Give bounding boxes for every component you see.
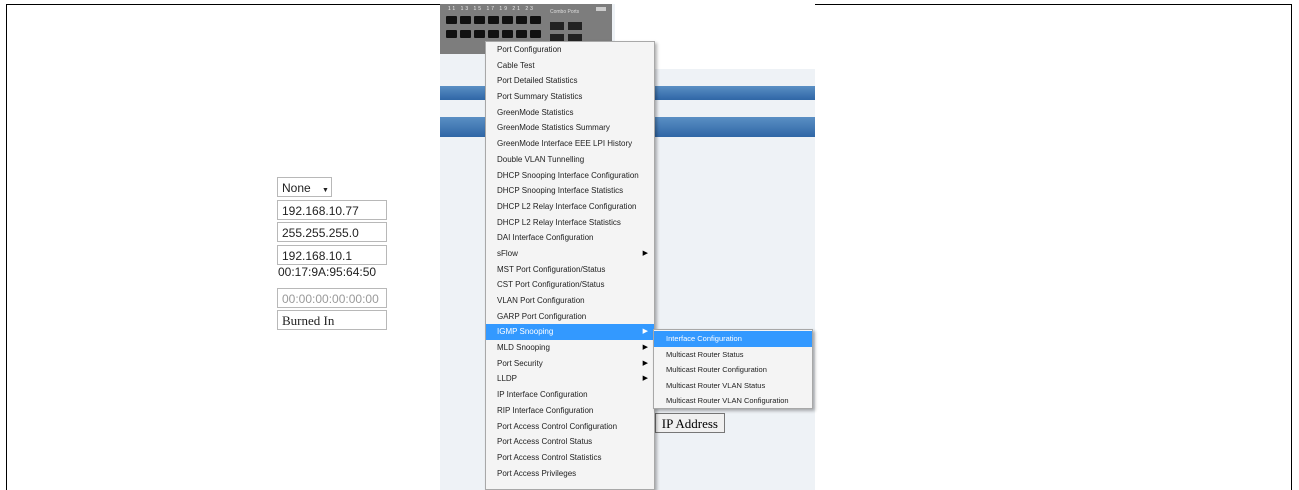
protocol-select-value: None (282, 181, 311, 195)
menu-item-label: Port Access Privileges (497, 468, 577, 478)
submenu-arrow-icon: ▶ (642, 344, 648, 352)
menu-item[interactable]: Port Configuration (486, 42, 654, 58)
menu-item[interactable]: IP Interface Configuration (486, 387, 654, 403)
menu-item-label: Port Configuration (497, 45, 562, 54)
menu-item[interactable]: LLDP ▶ (486, 371, 654, 387)
menu-item[interactable]: Port Security ▶ (486, 356, 654, 372)
menu-item-label: Cable Test (497, 60, 535, 70)
menu-item-label: Port Security (497, 358, 543, 368)
chevron-down-icon: ▼ (322, 187, 329, 194)
port-icon[interactable] (516, 30, 527, 38)
menu-item[interactable]: DHCP L2 Relay Interface Statistics (486, 215, 654, 231)
mac-address-value: 00:17:9A:95:64:50 (278, 265, 377, 279)
port-icon[interactable] (488, 30, 499, 38)
menu-item-label: DHCP L2 Relay Interface Configuration (497, 201, 637, 211)
menu-item[interactable]: Double VLAN Tunnelling (486, 152, 654, 168)
menu-item[interactable]: VLAN Port Configuration (486, 293, 654, 309)
subnet-mask-field[interactable]: 255.255.255.0 (277, 222, 387, 242)
port-icon[interactable] (474, 30, 485, 38)
submenu-arrow-icon: ▶ (642, 359, 648, 367)
menu-item-label: GARP Port Configuration (497, 311, 587, 321)
menu-item-label: Port Access Control Status (497, 437, 593, 447)
menu-item[interactable]: CST Port Configuration/Status (486, 277, 654, 293)
menu-item[interactable]: DHCP Snooping Interface Statistics (486, 183, 654, 199)
menu-item[interactable]: GreenMode Statistics (486, 105, 654, 121)
local-mac-field[interactable]: 00:00:00:00:00:00 (277, 288, 387, 308)
protocol-select[interactable]: None ▼ (277, 177, 332, 197)
port-icon[interactable] (446, 16, 457, 24)
menu-item[interactable]: GreenMode Statistics Summary (486, 120, 654, 136)
submenu-item[interactable]: Multicast Router VLAN Status (654, 378, 812, 394)
menu-item-label: MST Port Configuration/Status (497, 264, 606, 274)
menu-item[interactable]: Port Access Control Configuration (486, 419, 654, 435)
menu-item[interactable]: GARP Port Configuration (486, 309, 654, 325)
port-context-menu: Port Configuration Cable Test Port Detaile… (485, 41, 655, 490)
menu-item-label: DAI Interface Configuration (497, 233, 594, 243)
igmp-snooping-submenu: Interface Configuration Multicast Router … (653, 329, 813, 409)
port-icon[interactable] (502, 16, 513, 24)
menu-item[interactable]: MST Port Configuration/Status (486, 262, 654, 278)
port-icon[interactable] (488, 16, 499, 24)
menu-item-label: Port Summary Statistics (497, 92, 583, 102)
port-icon[interactable] (446, 30, 457, 38)
gateway-field[interactable]: 192.168.10.1 (277, 245, 387, 265)
submenu-item[interactable]: Multicast Router VLAN Configuration (654, 393, 812, 409)
menu-item-label: IGMP Snooping (497, 327, 554, 337)
menu-item-label: Port Detailed Statistics (497, 76, 578, 86)
submenu-item[interactable]: Multicast Router Configuration (654, 362, 812, 378)
panel-strip-icon (596, 7, 606, 11)
menu-item[interactable]: Cable Test (486, 58, 654, 74)
menu-item-label: Double VLAN Tunnelling (497, 154, 585, 164)
menu-item[interactable]: MLD Snooping ▶ (486, 340, 654, 356)
menu-item[interactable]: RIP Interface Configuration (486, 403, 654, 419)
port-icon[interactable] (474, 16, 485, 24)
port-icon[interactable] (516, 16, 527, 24)
menu-item[interactable]: IGMP Snooping ▶ (486, 324, 654, 341)
menu-item-label: DHCP Snooping Interface Statistics (497, 186, 624, 196)
menu-item[interactable]: Port Access Privileges (486, 466, 654, 482)
menu-item[interactable]: Port Summary Statistics (486, 89, 654, 105)
port-row-bottom (446, 30, 541, 38)
port-icon[interactable] (530, 16, 541, 24)
menu-item[interactable]: sFlow ▶ (486, 246, 654, 262)
submenu-item[interactable]: Interface Configuration (654, 331, 812, 347)
menu-item-label: DHCP Snooping Interface Configuration (497, 170, 639, 180)
port-row-top (446, 16, 541, 24)
menu-item[interactable]: DHCP L2 Relay Interface Configuration (486, 199, 654, 215)
menu-item[interactable]: Port Access Control Statistics (486, 450, 654, 466)
port-numbers: 11 13 15 17 19 21 23 (448, 6, 535, 12)
menu-item-label: sFlow (497, 248, 518, 258)
menu-item-label: IP Interface Configuration (497, 390, 588, 400)
submenu-arrow-icon: ▶ (642, 328, 648, 336)
submenu-arrow-icon: ▶ (642, 375, 648, 383)
port-icon[interactable] (460, 16, 471, 24)
menu-item[interactable]: DHCP Snooping Interface Configuration (486, 168, 654, 184)
port-icon[interactable] (530, 30, 541, 38)
submenu-item[interactable]: Multicast Router Status (654, 347, 812, 363)
port-icon[interactable] (460, 30, 471, 38)
menu-item-label: Port Access Control Configuration (497, 421, 618, 431)
menu-item[interactable]: DAI Interface Configuration (486, 230, 654, 246)
menu-item-label: GreenMode Statistics Summary (497, 123, 610, 133)
menu-item-label: CST Port Configuration/Status (497, 280, 605, 290)
menu-item[interactable]: Port Detailed Statistics (486, 73, 654, 89)
mac-type-select[interactable]: Burned In (277, 310, 387, 330)
menu-item-label: MLD Snooping (497, 343, 550, 353)
menu-item-label: GreenMode Interface EEE LPI History (497, 139, 633, 149)
combo-ports-label: Combo Ports (550, 9, 580, 15)
ip-address-button[interactable]: IP Address (655, 413, 725, 433)
sfp-port-icon[interactable] (550, 22, 564, 30)
menu-item-label: VLAN Port Configuration (497, 296, 585, 305)
menu-item-label: Port Access Control Statistics (497, 452, 602, 462)
ip-address-field[interactable]: 192.168.10.77 (277, 200, 387, 220)
menu-item[interactable]: GreenMode Interface EEE LPI History (486, 136, 654, 152)
menu-item-label: RIP Interface Configuration (497, 405, 594, 415)
menu-item[interactable]: Port Access Control Status (486, 434, 654, 450)
port-icon[interactable] (502, 30, 513, 38)
menu-item-label: GreenMode Statistics (497, 107, 574, 117)
sfp-port-icon[interactable] (568, 22, 582, 30)
submenu-arrow-icon: ▶ (642, 249, 648, 257)
menu-item-label: LLDP (497, 374, 518, 384)
menu-item-label: DHCP L2 Relay Interface Statistics (497, 217, 621, 227)
